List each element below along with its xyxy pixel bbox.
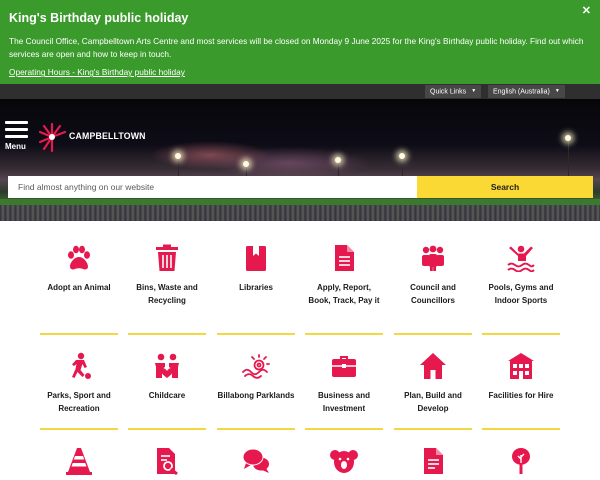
alert-title: King's Birthday public holiday: [9, 11, 189, 25]
hamburger-icon-bar: [5, 135, 28, 138]
tile-label: Facilities for Hire: [488, 391, 554, 400]
tile-label: Pools, Gyms and Indoor Sports: [488, 283, 554, 305]
search-button[interactable]: Search: [417, 176, 593, 198]
tile-environment[interactable]: [482, 447, 560, 475]
soccer-player-icon: [72, 352, 91, 379]
tile-underline: [128, 333, 206, 335]
tile-label: Adopt an Animal: [47, 283, 111, 292]
stadium-light: [335, 157, 341, 163]
tile-label: Parks, Sport and Recreation: [47, 391, 111, 413]
tile-libraries[interactable]: Libraries: [217, 244, 295, 295]
bin-icon: [156, 244, 178, 271]
tile-childcare[interactable]: Childcare: [128, 352, 206, 403]
tile-label: Council and Councillors: [410, 283, 456, 305]
tile-label: Bins, Waste and Recycling: [136, 283, 198, 305]
alert-body: The Council Office, Campbelltown Arts Ce…: [9, 36, 584, 59]
tile-underline: [482, 333, 560, 335]
book-icon: [246, 246, 266, 271]
menu-button[interactable]: Menu: [5, 121, 29, 151]
tile-label: Libraries: [239, 283, 273, 292]
quick-links-dropdown[interactable]: Quick Links ▼: [425, 85, 482, 98]
tile-roads-and-traffic[interactable]: [40, 447, 118, 475]
tile-apply-report-book[interactable]: Apply, Report, Book, Track, Pay it: [305, 244, 383, 307]
tile-label: Business and Investment: [317, 391, 370, 413]
campbelltown-logo[interactable]: CAMPBELLTOWN: [38, 121, 145, 153]
quick-links-label: Quick Links: [430, 88, 467, 96]
tree-icon: [512, 448, 530, 474]
document-icon: [335, 245, 354, 271]
house-icon: [420, 353, 446, 379]
tile-contact[interactable]: [217, 447, 295, 475]
document-lines-icon: [424, 448, 443, 474]
tile-underline: [482, 428, 560, 430]
stadium-light: [565, 135, 571, 141]
tile-underline: [128, 428, 206, 430]
language-label: English (Australia): [493, 88, 550, 96]
tile-adopt-an-animal[interactable]: Adopt an Animal: [40, 244, 118, 295]
tile-business-and-investment[interactable]: Business and Investment: [305, 352, 383, 415]
stadium-light: [243, 161, 249, 167]
search-input[interactable]: [8, 176, 417, 198]
tile-label: Billabong Parklands: [217, 391, 295, 400]
alert-banner: King's Birthday public holiday The Counc…: [0, 0, 600, 84]
tile-underline: [305, 428, 383, 430]
tile-underline: [40, 333, 118, 335]
tile-council-and-councillors[interactable]: Council and Councillors: [394, 244, 472, 307]
tile-underline: [217, 428, 295, 430]
traffic-cone-icon: [66, 448, 92, 475]
tile-label: Plan, Build and Develop: [404, 391, 462, 413]
hamburger-icon-bar: [5, 128, 28, 131]
billabong-icon: [242, 354, 270, 379]
tile-underline: [394, 333, 472, 335]
tile-documents[interactable]: [394, 447, 472, 475]
chat-icon: [242, 448, 269, 473]
childcare-icon: [155, 353, 179, 378]
document-search-icon: [157, 448, 178, 475]
building-icon: [508, 353, 534, 379]
chevron-down-icon: ▼: [471, 88, 477, 94]
tile-bins-waste-recycling[interactable]: Bins, Waste and Recycling: [128, 244, 206, 307]
tile-label: Childcare: [148, 391, 186, 400]
tile-billabong-parklands[interactable]: Billabong Parklands: [217, 352, 295, 403]
tile-animals[interactable]: [305, 447, 383, 475]
tile-underline: [394, 428, 472, 430]
language-dropdown[interactable]: English (Australia) ▼: [488, 85, 565, 98]
paw-icon: [68, 245, 90, 270]
tile-underline: [217, 333, 295, 335]
tile-parks-sport-recreation[interactable]: Parks, Sport and Recreation: [40, 352, 118, 415]
tile-pools-gyms-indoor-sports[interactable]: Pools, Gyms and Indoor Sports: [482, 244, 560, 307]
stadium-light: [399, 153, 405, 159]
tile-facilities-for-hire[interactable]: Facilities for Hire: [482, 352, 560, 403]
hamburger-icon: [5, 121, 28, 124]
alert-link[interactable]: Operating Hours - King's Birthday public…: [9, 67, 185, 77]
chevron-down-icon: ▼: [554, 88, 560, 94]
tile-document-search[interactable]: [128, 447, 206, 475]
people-icon: [422, 245, 444, 271]
tile-plan-build-develop[interactable]: Plan, Build and Develop: [394, 352, 472, 415]
menu-label: Menu: [5, 142, 26, 151]
logo-burst-icon: [38, 122, 67, 153]
utility-bar: Quick Links ▼ English (Australia) ▼: [0, 84, 600, 99]
crowd-stands: [0, 205, 600, 221]
tile-underline: [40, 428, 118, 430]
tile-underline: [305, 333, 383, 335]
hero-banner: [0, 99, 600, 221]
koala-icon: [330, 450, 358, 473]
close-icon[interactable]: ✕: [582, 4, 591, 17]
swimmer-icon: [507, 245, 535, 272]
logo-text: CAMPBELLTOWN: [69, 131, 146, 142]
stadium-light: [175, 153, 181, 159]
briefcase-icon: [332, 356, 356, 377]
tile-label: Apply, Report, Book, Track, Pay it: [308, 283, 380, 305]
